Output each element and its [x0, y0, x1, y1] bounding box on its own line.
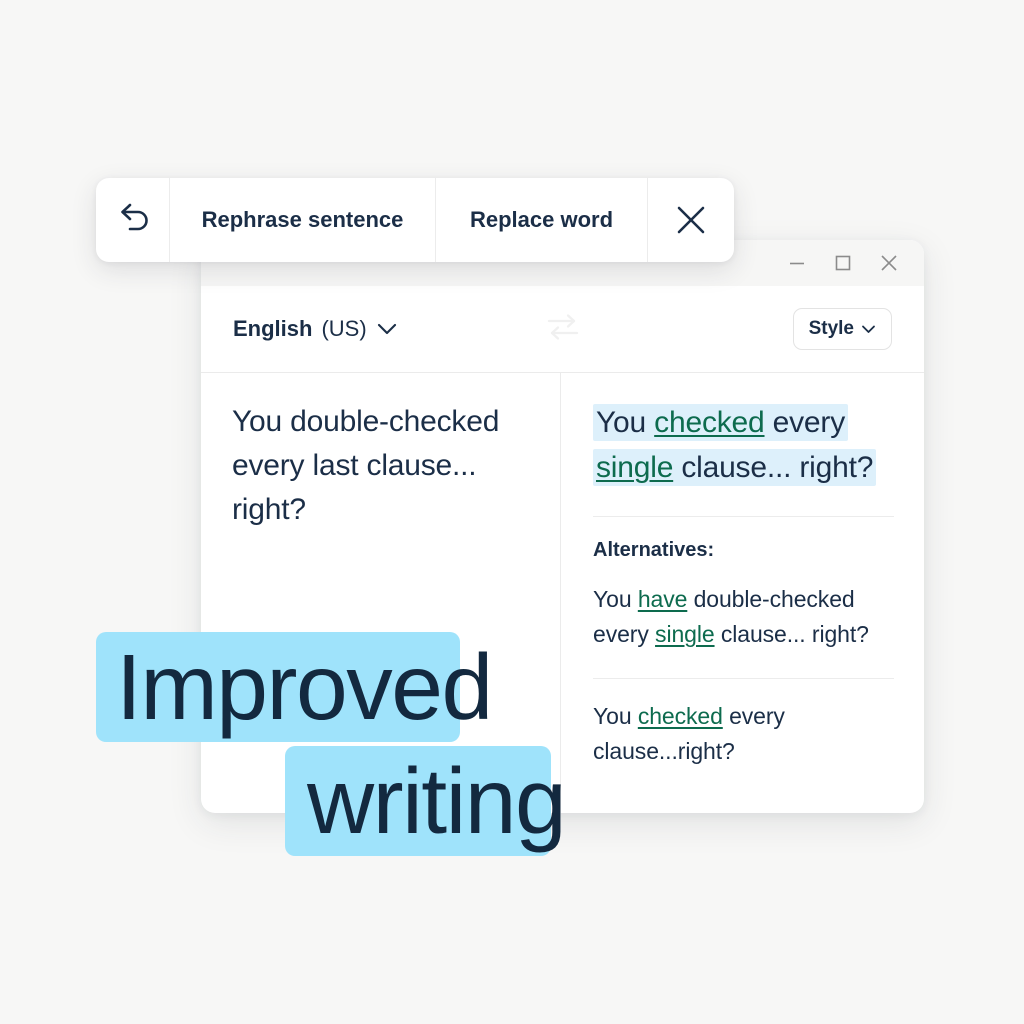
replace-word-button[interactable]: Replace word [436, 178, 647, 262]
close-icon [881, 255, 897, 271]
minimize-button[interactable] [782, 248, 812, 278]
language-region: (US) [321, 316, 367, 341]
alt1-change-2: single [655, 621, 715, 647]
alt2-change-1: checked [637, 703, 723, 729]
screenshot-stage: English (US) Style You double-checked ev… [0, 0, 1024, 1024]
toolbar-close-button[interactable] [648, 178, 734, 262]
maximize-button[interactable] [828, 248, 858, 278]
minimize-icon [790, 262, 804, 265]
rephrase-sentence-label: Rephrase sentence [201, 207, 404, 232]
close-icon [677, 206, 705, 234]
floating-action-toolbar: Rephrase sentence Replace word [96, 178, 734, 262]
result-divider [593, 516, 894, 517]
swap-languages-button[interactable] [543, 310, 583, 349]
replace-word-label: Replace word [469, 207, 614, 232]
options-bar: English (US) Style [201, 286, 924, 373]
alternatives-divider [593, 678, 894, 679]
swap-languages-icon [547, 313, 578, 340]
rephrase-sentence-button[interactable]: Rephrase sentence [170, 178, 435, 262]
result-change-1[interactable]: checked [654, 406, 765, 439]
result-middle: every [764, 406, 846, 439]
result-text[interactable]: You checked every single clause... right… [593, 400, 894, 490]
result-change-2[interactable]: single [596, 451, 673, 484]
source-panel[interactable]: You double-checked every last clause... … [201, 373, 561, 813]
writing-assistant-window: English (US) Style You double-checked ev… [201, 240, 924, 813]
chevron-down-icon [376, 316, 398, 342]
alternative-item-1[interactable]: You have double-checked every single cla… [593, 582, 894, 652]
language-name: English [233, 316, 313, 341]
style-dropdown-button[interactable]: Style [792, 308, 892, 350]
alternatives-heading: Alternatives: [593, 539, 715, 561]
result-suffix: clause... right? [673, 451, 874, 484]
alt2-part-1: You [593, 703, 638, 729]
result-panel: You checked every single clause... right… [561, 373, 924, 813]
language-selector[interactable]: English (US) [233, 316, 398, 342]
undo-button[interactable] [96, 178, 169, 262]
panes-container: You double-checked every last clause... … [201, 373, 924, 813]
maximize-icon [835, 255, 851, 271]
window-close-button[interactable] [874, 248, 904, 278]
chevron-down-icon [861, 318, 876, 340]
alt1-part-1: You [593, 586, 638, 612]
alt1-part-3: clause... right? [714, 621, 869, 647]
alt1-change-1: have [637, 586, 688, 612]
result-prefix: You [596, 406, 655, 439]
alternative-item-2[interactable]: You checked every clause...right? [593, 699, 894, 769]
source-text: You double-checked every last clause... … [232, 405, 500, 526]
undo-arrow-icon [120, 203, 148, 231]
style-label: Style [808, 318, 854, 339]
